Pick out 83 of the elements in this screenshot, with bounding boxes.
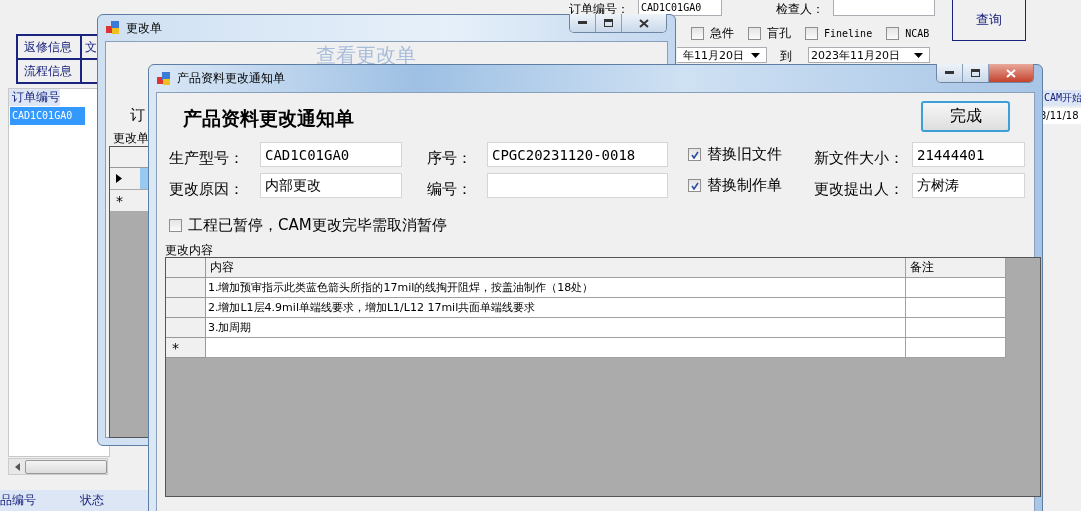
- column-header[interactable]: 内容: [206, 258, 906, 278]
- close-icon: [1006, 68, 1016, 78]
- scroll-left-icon[interactable]: [15, 462, 21, 471]
- input-field[interactable]: CAD1C01GA0: [260, 142, 402, 167]
- input-field[interactable]: 内部更改: [260, 173, 402, 198]
- row-header: [166, 258, 206, 278]
- checker-label: 检查人：: [776, 1, 824, 18]
- field-label: 新文件大小：: [814, 149, 905, 167]
- dropdown-arrow-icon: [914, 52, 923, 58]
- new-row-marker: *: [116, 192, 123, 209]
- minimize-button[interactable]: [937, 64, 963, 82]
- minimize-button[interactable]: [570, 14, 596, 32]
- minimize-icon: [944, 71, 955, 75]
- option-label: 盲孔: [767, 25, 791, 42]
- check-icon: [690, 150, 699, 159]
- window-title: 更改单: [126, 19, 162, 37]
- field-label: 更改原因：: [169, 180, 245, 198]
- date-from-dropdown[interactable]: 年11月20日: [677, 47, 767, 63]
- grid-label: 更改单: [113, 130, 149, 147]
- date-to-label: 到: [780, 48, 792, 65]
- input-field[interactable]: 方树涛: [912, 173, 1025, 198]
- app-icon: [157, 71, 171, 86]
- checkbox[interactable]: [886, 27, 900, 40]
- table-cell: 2.增加L1层4.9mil单端线要求，增加L1/L12 17mil共面单端线要求: [206, 298, 906, 318]
- side-tab-button[interactable]: [81, 59, 97, 83]
- order-number-field[interactable]: CAD1C01GA0: [638, 0, 722, 16]
- option-label: Fineline: [824, 28, 873, 39]
- option-label: 急件: [710, 25, 734, 42]
- field-label: 序号：: [427, 149, 473, 167]
- check-icon: [690, 181, 699, 190]
- date-to-dropdown[interactable]: 2023年11月20日: [808, 47, 930, 63]
- row-header[interactable]: *: [166, 338, 206, 358]
- option-label: NCAB: [905, 28, 930, 39]
- checkbox[interactable]: [688, 148, 701, 161]
- group-label: 更改内容: [165, 243, 214, 257]
- current-row-icon: [116, 174, 122, 183]
- window-heading: 查看更改单: [316, 44, 416, 66]
- row-header[interactable]: [166, 278, 206, 298]
- column-header[interactable]: CAM开始: [1040, 90, 1081, 106]
- field-label: 更改提出人：: [814, 180, 905, 198]
- column-header[interactable]: 品编号: [0, 492, 80, 509]
- input-field[interactable]: [487, 173, 668, 198]
- maximize-button[interactable]: [963, 64, 989, 82]
- window-title: 产品资料更改通知单: [177, 70, 285, 87]
- column-header[interactable]: 状态: [80, 492, 104, 509]
- checkbox[interactable]: [691, 27, 704, 40]
- column-header[interactable]: 订单编号: [9, 89, 60, 106]
- maximize-icon: [970, 68, 981, 78]
- table-cell: 3.加周期: [206, 318, 906, 338]
- table-cell: 1.增加预审指示此类蓝色箭头所指的17mil的线掏开阻焊，按盖油制作（18处）: [206, 278, 906, 298]
- side-tab-button[interactable]: 流程信息: [17, 59, 81, 83]
- checkbox[interactable]: [688, 179, 701, 192]
- checkbox[interactable]: [805, 27, 818, 40]
- order-number-label: 订单编号：: [569, 1, 629, 18]
- dropdown-arrow-icon: [751, 52, 760, 58]
- side-tab-button[interactable]: 文: [81, 35, 97, 59]
- form-heading: 产品资料更改通知单: [183, 105, 354, 131]
- app-icon: [106, 21, 120, 35]
- checkbox[interactable]: [169, 219, 182, 232]
- field-label: 生产型号：: [169, 149, 245, 167]
- option-label: 替换制作单: [707, 176, 782, 195]
- done-button[interactable]: 完成: [921, 101, 1010, 132]
- minimize-icon: [577, 21, 588, 25]
- tab[interactable]: 订: [128, 106, 147, 125]
- maximize-icon: [603, 18, 614, 28]
- checkbox[interactable]: [748, 27, 761, 40]
- field-label: 编号：: [427, 180, 473, 198]
- option-label: 工程已暂停，CAM更改完毕需取消暂停: [188, 216, 447, 235]
- new-row-marker: *: [172, 339, 179, 356]
- side-tab-button[interactable]: 返修信息: [17, 35, 81, 59]
- input-field[interactable]: 21444401: [912, 142, 1025, 167]
- close-button[interactable]: [989, 64, 1033, 82]
- close-icon: [639, 18, 649, 28]
- column-header[interactable]: 备注: [906, 258, 1006, 278]
- option-label: 替换旧文件: [707, 145, 782, 164]
- close-button[interactable]: [622, 14, 666, 32]
- horizontal-scrollbar[interactable]: [8, 458, 108, 475]
- checker-field[interactable]: [833, 0, 935, 16]
- input-field[interactable]: CPGC20231120-0018: [487, 142, 668, 167]
- maximize-button[interactable]: [596, 14, 622, 32]
- row-header[interactable]: [166, 318, 206, 338]
- query-button[interactable]: 查询: [952, 0, 1026, 41]
- row-header[interactable]: [166, 298, 206, 318]
